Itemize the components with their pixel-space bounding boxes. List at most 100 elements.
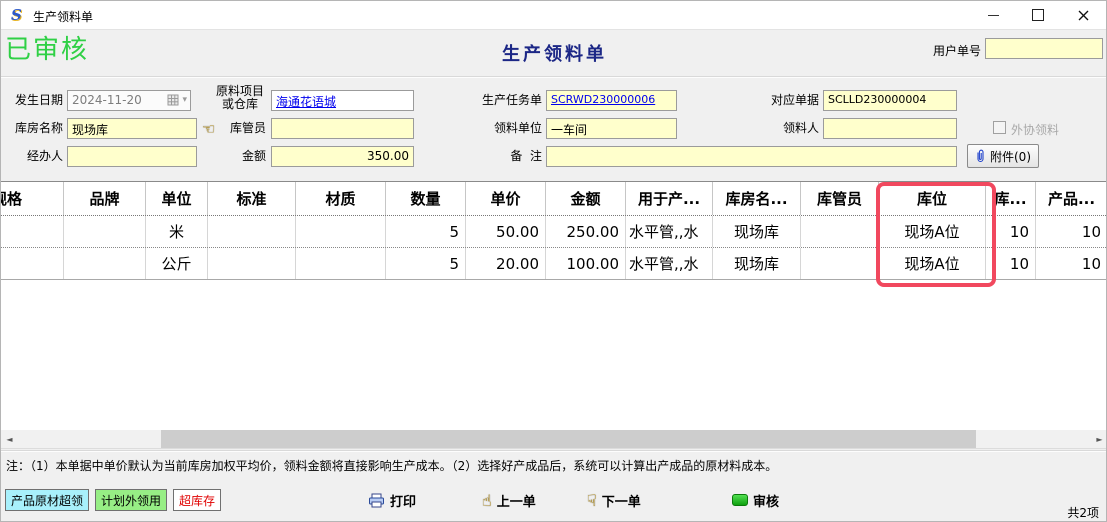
requisition-unit-input[interactable]: 一车间 [546,118,677,139]
print-label: 打印 [390,491,416,510]
table-row[interactable]: 公斤520.00100.00水平管,,水现场库现场A位1010 [1,248,1107,280]
cell-unit[interactable]: 公斤 [146,248,208,279]
column-header-spec: 规格 [1,182,64,215]
related-doc-input[interactable]: SCLLD230000004 [823,90,957,111]
cell-stock[interactable]: 10 [986,216,1036,247]
column-header-amount: 金额 [546,182,626,215]
window-title: 生产领料单 [33,8,93,25]
maximize-icon [1032,9,1044,21]
calendar-icon [167,94,179,106]
outsource-checkbox[interactable] [993,121,1006,134]
material-project-input[interactable]: 海通花语城 [271,90,414,111]
table-header-row: 规格品牌单位标准材质数量单价金额用于产...库房名...库管员库位库...产品.… [1,182,1107,216]
hand-down-icon: ☟ [587,491,597,510]
print-button[interactable]: 打印 [368,488,416,512]
cell-location[interactable]: 现场A位 [879,248,986,279]
cell-warehouse[interactable]: 现场库 [713,216,801,247]
scroll-right-button[interactable]: ► [1091,430,1107,448]
horizontal-scrollbar[interactable]: ◄ ► [1,430,1107,449]
cell-brand[interactable] [64,216,146,247]
cell-location[interactable]: 现场A位 [879,216,986,247]
approve-button[interactable]: 审核 [732,488,779,512]
remark-input[interactable] [546,146,957,167]
cell-stock[interactable]: 10 [986,248,1036,279]
cell-keeper[interactable] [801,216,879,247]
cell-warehouse[interactable]: 现场库 [713,248,801,279]
warehouse-keeper-label: 库管员 [220,121,266,136]
picker-input[interactable] [823,118,957,139]
previous-doc-button[interactable]: ☝ 上一单 [482,488,536,512]
approve-icon [732,494,748,506]
cell-spec[interactable] [1,216,64,247]
previous-doc-label: 上一单 [497,491,536,510]
cell-price[interactable]: 50.00 [466,216,546,247]
issue-date-label: 发生日期 [1,93,63,108]
cell-unit[interactable]: 米 [146,216,208,247]
cell-amount[interactable]: 100.00 [546,248,626,279]
user-no-input[interactable] [985,38,1103,59]
legend-product-material-overdraw[interactable]: 产品原材超领 [5,489,89,511]
column-header-used_for: 用于产... [626,182,713,215]
approve-label: 审核 [753,491,779,510]
cell-product[interactable]: 10 [1036,248,1107,279]
cell-material[interactable] [296,216,386,247]
issue-date-input[interactable]: 2024-11-20 ▾ [67,90,191,111]
amount-input[interactable]: 350.00 [271,146,414,167]
warehouse-keeper-input[interactable] [271,118,414,139]
hand-pointer-left-icon[interactable]: ☜ [202,120,215,138]
task-order-input[interactable]: SCRWD230000006 [546,90,677,111]
app-logo-icon: S [11,6,22,24]
scrollbar-thumb[interactable] [161,430,976,448]
close-button[interactable] [1067,1,1099,29]
title-bar: S 生产领料单 [1,1,1107,30]
column-header-qty: 数量 [386,182,466,215]
related-doc-label: 对应单据 [755,93,819,108]
cell-standard[interactable] [208,216,296,247]
legend-over-stock[interactable]: 超库存 [173,489,221,511]
material-project-label-line2: 或仓库 [212,98,268,111]
minimize-icon [988,15,999,16]
picker-label: 领料人 [755,121,819,136]
handler-input[interactable] [67,146,197,167]
column-header-location: 库位 [879,182,986,215]
close-icon [1078,10,1089,21]
cell-used_for[interactable]: 水平管,,水 [626,248,713,279]
scroll-right-icon: ► [1096,435,1102,444]
maximize-button[interactable] [1022,1,1054,29]
cell-used_for[interactable]: 水平管,,水 [626,216,713,247]
cell-keeper[interactable] [801,248,879,279]
cell-qty[interactable]: 5 [386,248,466,279]
printer-icon [368,493,385,508]
warehouse-name-input[interactable]: 现场库 [67,118,197,139]
material-project-label: 原料项目 或仓库 [212,85,268,111]
column-header-brand: 品牌 [64,182,146,215]
material-project-link[interactable]: 海通花语城 [276,95,336,109]
cell-product[interactable]: 10 [1036,216,1107,247]
next-doc-label: 下一单 [602,491,641,510]
table-row[interactable]: 米550.00250.00水平管,,水现场库现场A位1010 [1,216,1107,248]
cell-qty[interactable]: 5 [386,216,466,247]
cell-amount[interactable]: 250.00 [546,216,626,247]
column-header-keeper: 库管员 [801,182,879,215]
next-doc-button[interactable]: ☟ 下一单 [587,488,641,512]
scroll-left-button[interactable]: ◄ [1,430,18,448]
cell-price[interactable]: 20.00 [466,248,546,279]
legend-unplanned-requisition[interactable]: 计划外领用 [95,489,167,511]
remark-label: 备 注 [462,149,542,164]
requisition-unit-label: 领料单位 [462,121,542,136]
footer-divider [1,450,1107,452]
task-order-label: 生产任务单 [462,93,542,108]
date-dropdown-icon[interactable]: ▾ [182,95,187,105]
attachment-button[interactable]: 附件(0) [967,144,1039,168]
minimize-button[interactable] [977,1,1009,29]
column-header-warehouse: 库房名... [713,182,801,215]
table-body: 米550.00250.00水平管,,水现场库现场A位1010公斤520.0010… [1,216,1107,280]
handler-label: 经办人 [1,149,63,164]
task-order-link[interactable]: SCRWD230000006 [551,93,655,106]
cell-material[interactable] [296,248,386,279]
issue-date-value: 2024-11-20 [72,93,142,107]
cell-spec[interactable] [1,248,64,279]
warehouse-name-label: 库房名称 [1,121,63,136]
cell-brand[interactable] [64,248,146,279]
cell-standard[interactable] [208,248,296,279]
